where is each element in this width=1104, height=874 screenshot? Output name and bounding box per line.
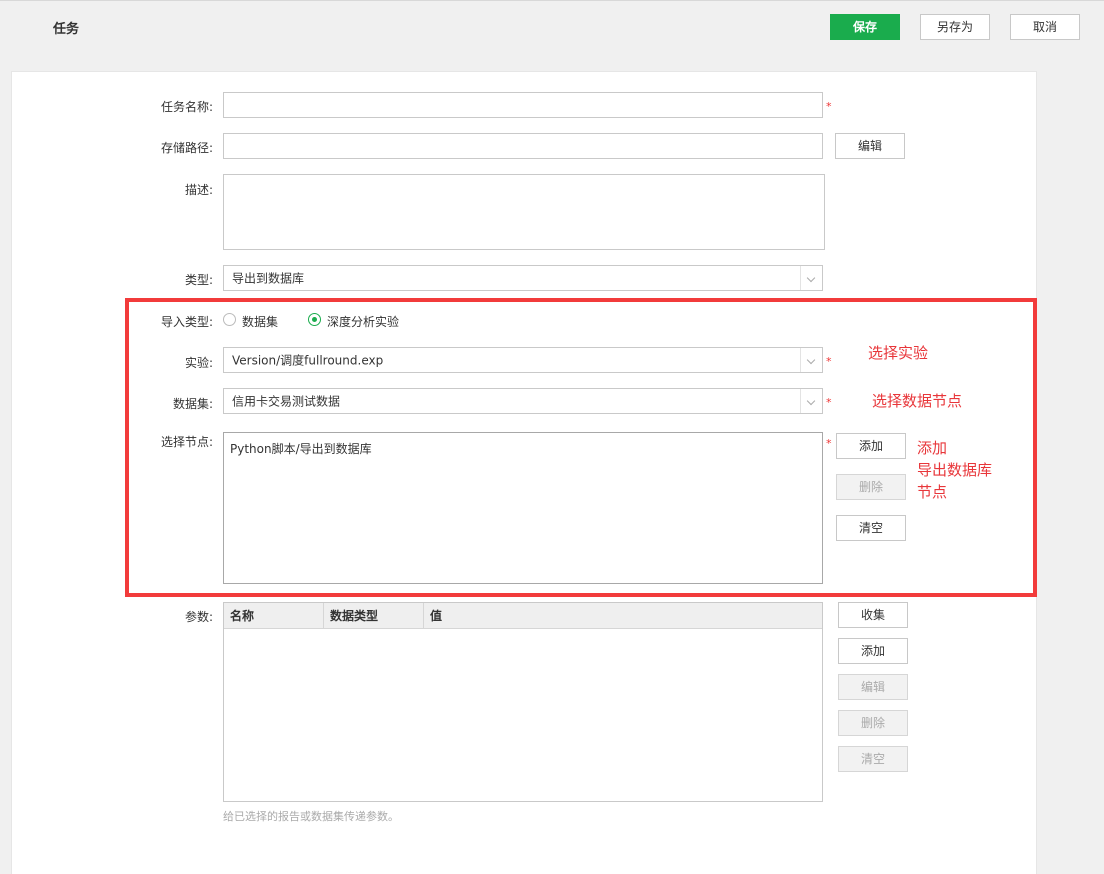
chevron-down-icon: [800, 266, 822, 290]
dataset-label: 数据集:: [172, 397, 213, 411]
column-header-value[interactable]: 值: [424, 603, 822, 629]
top-bar: 任务 保存 另存为 取消: [0, 0, 1104, 50]
list-item[interactable]: Python脚本/导出到数据库: [230, 440, 372, 457]
node-add-button[interactable]: 添加: [836, 433, 906, 459]
params-clear-button[interactable]: 清空: [838, 746, 908, 772]
cancel-button[interactable]: 取消: [1010, 14, 1080, 40]
experiment-select[interactable]: Version/调度fullround.exp: [223, 347, 823, 373]
task-name-input[interactable]: [223, 92, 823, 118]
storage-path-input[interactable]: [223, 133, 823, 159]
description-textarea[interactable]: [223, 174, 825, 250]
params-hint: 给已选择的报告或数据集传递参数。: [223, 810, 399, 823]
dataset-required-mark: *: [826, 396, 832, 409]
task-name-label: 任务名称:: [160, 100, 213, 114]
select-node-list[interactable]: Python脚本/导出到数据库: [223, 432, 823, 584]
select-node-label: 选择节点:: [160, 435, 213, 449]
params-add-button[interactable]: 添加: [838, 638, 908, 664]
annotation-node-line3: 节点: [917, 483, 948, 501]
column-header-name[interactable]: 名称: [224, 603, 324, 629]
dataset-select[interactable]: 信用卡交易测试数据: [223, 388, 823, 414]
annotation-dataset: 选择数据节点: [872, 392, 963, 410]
radio-deep-analysis-label[interactable]: 深度分析实验: [327, 313, 399, 330]
node-clear-button[interactable]: 清空: [836, 515, 906, 541]
chevron-down-icon: [800, 348, 822, 372]
chevron-down-icon: [800, 389, 822, 413]
radio-deep-analysis[interactable]: [308, 313, 321, 326]
save-as-button[interactable]: 另存为: [920, 14, 990, 40]
task-name-required-mark: *: [826, 100, 832, 113]
annotation-experiment: 选择实验: [868, 344, 929, 362]
description-label: 描述:: [184, 183, 213, 197]
node-delete-button[interactable]: 删除: [836, 474, 906, 500]
params-edit-button[interactable]: 编辑: [838, 674, 908, 700]
params-delete-button[interactable]: 删除: [838, 710, 908, 736]
type-label: 类型:: [184, 273, 213, 287]
radio-dataset-label[interactable]: 数据集: [242, 313, 278, 330]
annotation-node-line2: 导出数据库: [917, 461, 993, 479]
page-title: 任务: [53, 22, 80, 37]
params-table-header: 名称 数据类型 值: [224, 603, 822, 629]
import-type-label: 导入类型:: [160, 315, 213, 329]
storage-path-edit-button[interactable]: 编辑: [835, 133, 905, 159]
experiment-required-mark: *: [826, 355, 832, 368]
save-button[interactable]: 保存: [830, 14, 900, 40]
annotation-node-line1: 添加: [917, 439, 948, 457]
type-select[interactable]: 导出到数据库: [223, 265, 823, 291]
select-node-required-mark: *: [826, 437, 832, 450]
params-collect-button[interactable]: 收集: [838, 602, 908, 628]
params-table[interactable]: 名称 数据类型 值: [223, 602, 823, 802]
storage-path-label: 存储路径:: [160, 141, 213, 155]
column-header-data-type[interactable]: 数据类型: [324, 603, 424, 629]
radio-dataset[interactable]: [223, 313, 236, 326]
experiment-label: 实验:: [184, 356, 213, 370]
params-label: 参数:: [184, 610, 213, 624]
